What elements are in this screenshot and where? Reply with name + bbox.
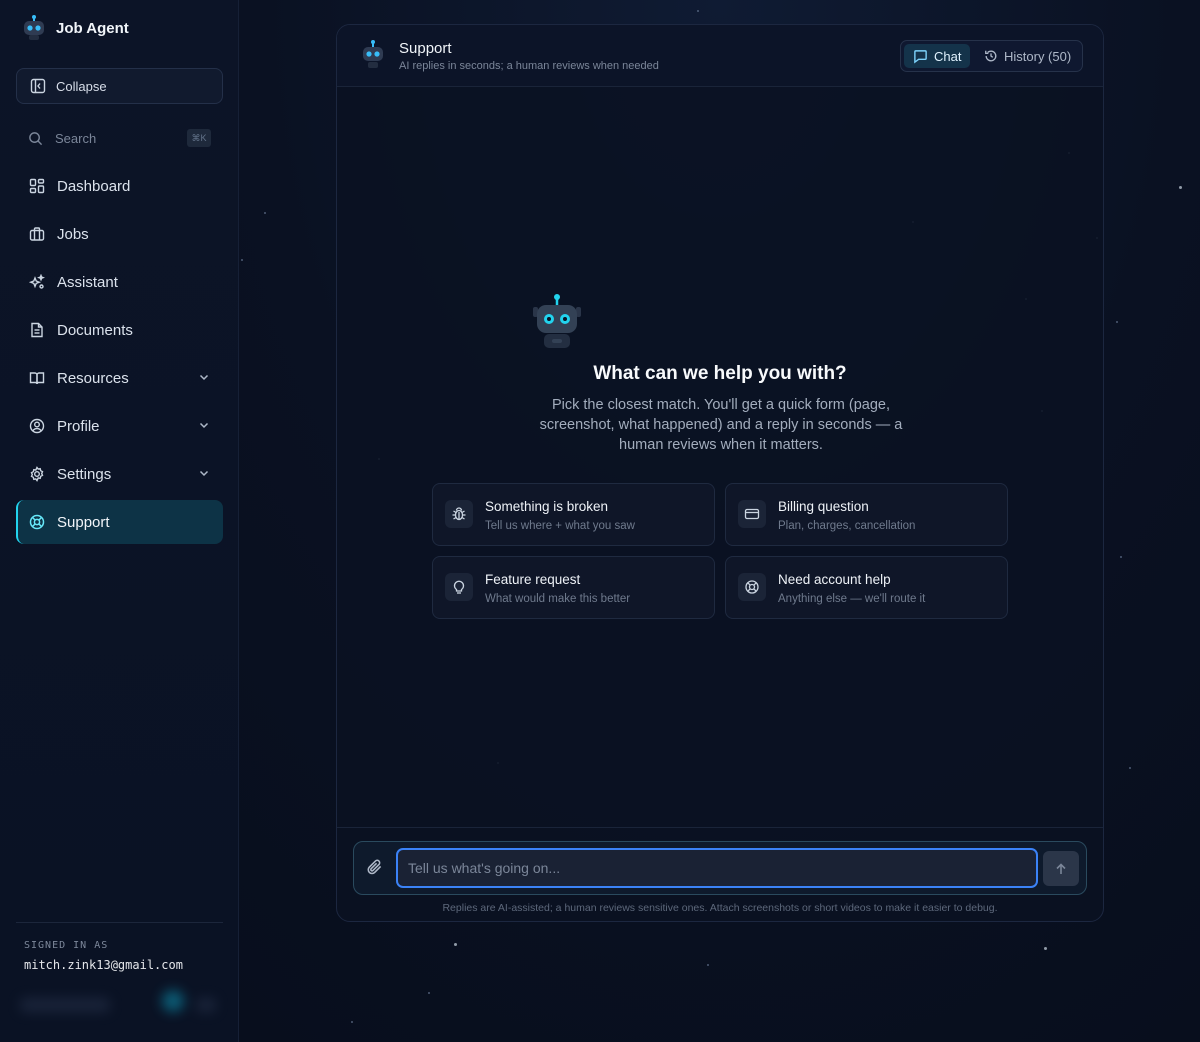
sidebar-item-dashboard[interactable]: Dashboard (16, 164, 223, 208)
star (697, 10, 699, 12)
search-icon (29, 131, 43, 145)
bug-icon (445, 500, 473, 528)
star (454, 943, 457, 946)
card-subtitle: Anything else — we'll route it (778, 593, 926, 605)
sidebar-item-profile[interactable]: Profile (16, 404, 223, 448)
sidebar-item-label: Settings (57, 465, 112, 483)
tab-history-label: History (50) (1004, 48, 1072, 64)
sidebar-item-jobs[interactable]: Jobs (16, 212, 223, 256)
hero-title: What can we help you with? (593, 363, 847, 384)
card-title: Billing question (778, 499, 869, 514)
sidebar-item-label: Resources (57, 369, 129, 387)
chevron-down-icon (199, 374, 209, 381)
sidebar-item-label: Assistant (57, 273, 118, 291)
sidebar: Job Agent Collapse Search ⌘K Dashboard J… (0, 0, 239, 1042)
page-title: Support (399, 40, 452, 57)
signed-in-label: SIGNED IN AS (24, 940, 109, 951)
dashboard-icon (29, 178, 45, 194)
lifebuoy-icon (29, 514, 45, 530)
tab-chat[interactable]: Chat (904, 44, 971, 68)
view-tabs: Chat History (50) (900, 40, 1083, 72)
sidebar-item-settings[interactable]: Settings (16, 452, 223, 496)
chevron-down-icon (199, 470, 209, 477)
topic-card-broken[interactable]: Something is broken Tell us where + what… (432, 483, 715, 546)
card-title: Feature request (485, 572, 581, 587)
history-icon (985, 50, 997, 62)
app-name: Job Agent (56, 19, 129, 37)
robot-logo-icon (24, 15, 44, 40)
star (351, 1021, 353, 1023)
star (1120, 556, 1122, 558)
book-icon (29, 372, 45, 385)
tab-chat-label: Chat (934, 48, 962, 64)
composer-disclaimer: Replies are AI-assisted; a human reviews… (442, 902, 998, 914)
collapse-label: Collapse (56, 78, 107, 94)
search-label: Search (55, 130, 97, 146)
star (241, 259, 243, 261)
sidebar-item-label: Dashboard (57, 177, 131, 195)
sidebar-item-label: Documents (57, 321, 133, 339)
sidebar-search[interactable]: Search ⌘K (16, 122, 223, 154)
lifebuoy-icon (738, 573, 766, 601)
sidebar-item-assistant[interactable]: Assistant (16, 260, 223, 304)
star (1179, 186, 1182, 189)
briefcase-icon (29, 227, 45, 241)
robot-mascot-icon (533, 294, 581, 348)
sidebar-item-label: Support (57, 513, 110, 531)
chevron-down-icon (199, 422, 209, 429)
support-panel: Support AI replies in seconds; a human r… (336, 24, 1104, 922)
star (1129, 767, 1131, 769)
brand[interactable]: Job Agent (20, 14, 129, 42)
card-title: Need account help (778, 572, 891, 587)
sidebar-item-support[interactable]: Support (16, 500, 223, 544)
star (707, 964, 709, 966)
sidebar-divider (16, 922, 223, 923)
robot-avatar-icon (363, 40, 383, 68)
card-subtitle: What would make this better (485, 593, 631, 605)
topic-card-account-help[interactable]: Need account help Anything else — we'll … (725, 556, 1008, 619)
card-subtitle: Tell us where + what you saw (485, 520, 635, 532)
card-subtitle: Plan, charges, cancellation (778, 520, 916, 532)
user-circle-icon (29, 418, 45, 434)
paperclip-icon[interactable] (366, 858, 384, 876)
topic-card-billing[interactable]: Billing question Plan, charges, cancella… (725, 483, 1008, 546)
sidebar-item-resources[interactable]: Resources (16, 356, 223, 400)
topic-card-feature-request[interactable]: Feature request What would make this bet… (432, 556, 715, 619)
composer-area: Replies are AI-assisted; a human reviews… (337, 827, 1103, 921)
hero-subtitle: Pick the closest match. You'll get a qui… (539, 397, 903, 453)
credit-card-icon (738, 500, 766, 528)
lightbulb-icon (445, 573, 473, 601)
send-button[interactable] (1043, 851, 1079, 886)
page-subtitle: AI replies in seconds; a human reviews w… (399, 60, 659, 72)
account-controls-blurred (20, 990, 220, 1020)
message-input[interactable] (396, 848, 1038, 888)
card-title: Something is broken (485, 499, 609, 514)
panel-header: Support AI replies in seconds; a human r… (337, 25, 1103, 87)
gear-icon (30, 466, 44, 482)
star (1044, 947, 1047, 950)
message-composer (353, 841, 1087, 895)
signed-in-email: mitch.zink13@gmail.com (24, 958, 183, 972)
arrow-up-icon (1056, 862, 1066, 874)
sidebar-item-label: Profile (57, 417, 100, 435)
document-icon (31, 322, 43, 338)
sparkles-icon (29, 274, 45, 289)
star (264, 212, 266, 214)
search-shortcut-badge: ⌘K (187, 129, 211, 147)
sidebar-item-label: Jobs (57, 225, 89, 243)
star (1116, 321, 1118, 323)
sidebar-collapse-icon (30, 78, 46, 94)
sidebar-item-documents[interactable]: Documents (16, 308, 223, 352)
star (428, 992, 430, 994)
tab-history[interactable]: History (50) (975, 44, 1080, 68)
chat-bubble-icon (914, 49, 927, 64)
collapse-sidebar-button[interactable]: Collapse (16, 68, 223, 104)
